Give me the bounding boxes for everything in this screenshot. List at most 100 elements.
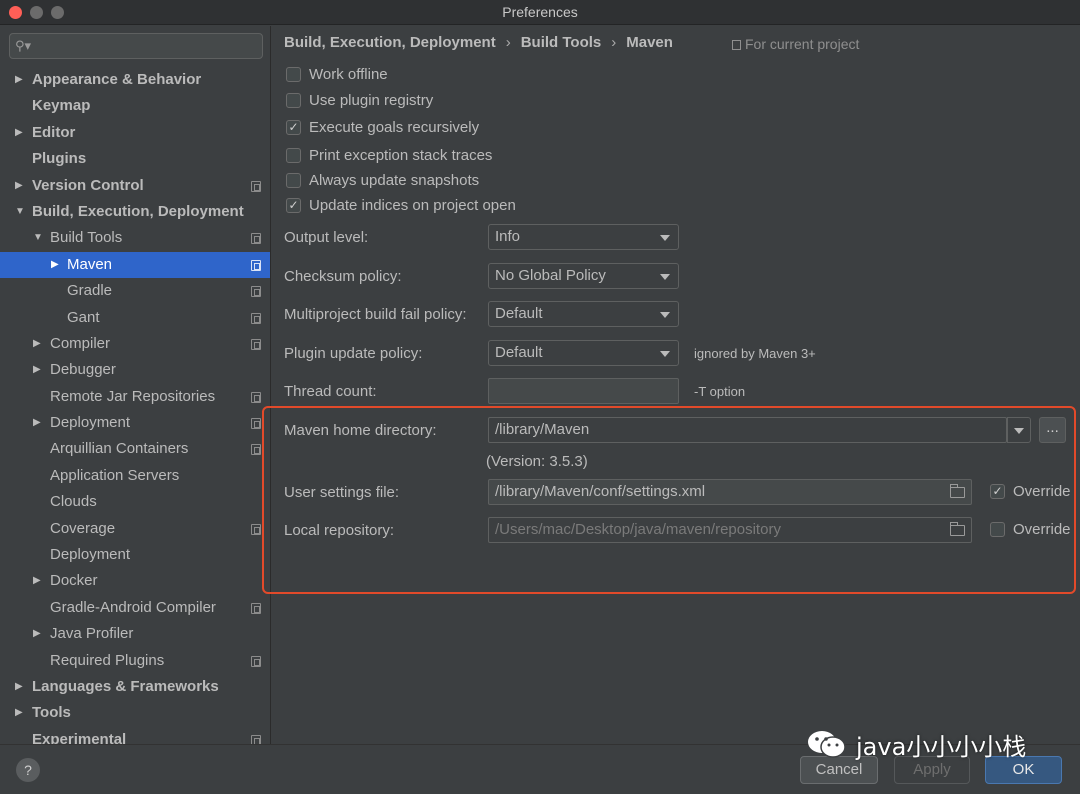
collapse-arrow-icon[interactable]: ▼ [33, 225, 43, 251]
select-value: No Global Policy [495, 267, 606, 284]
expand-arrow-icon[interactable]: ▶ [15, 173, 23, 199]
tree-item-label: Gradle [67, 282, 113, 300]
watermark-text: java小小小小栈 [856, 733, 1027, 761]
chevron-down-icon [660, 235, 670, 241]
tree-item-label: Gant [67, 308, 100, 326]
tree-item-debugger[interactable]: ▶ Debugger [0, 357, 270, 383]
plugin-update-label: Plugin update policy: [284, 345, 423, 362]
tree-item-label: Tools [32, 704, 71, 722]
tree-item-label: Experimental [32, 730, 127, 744]
tree-item-label: Languages & Frameworks [32, 677, 219, 695]
thread-count-label: Thread count: [284, 383, 377, 400]
project-scope-icon [251, 602, 261, 614]
breadcrumb: Build, Execution, Deployment › Build Tools… [284, 34, 673, 51]
breadcrumb-part: Build Tools [520, 34, 602, 51]
plugin-registry-checkbox[interactable] [286, 93, 301, 108]
expand-arrow-icon[interactable]: ▶ [51, 252, 59, 278]
tree-item-version-control[interactable]: ▶ Version Control [0, 173, 270, 199]
tree-item-label: Arquillian Containers [50, 440, 189, 458]
expand-arrow-icon[interactable]: ▶ [15, 67, 23, 93]
tree-item-application-servers[interactable]: Application Servers [0, 463, 270, 489]
tree-item-appearance-behavior[interactable]: ▶ Appearance & Behavior [0, 67, 270, 93]
tree-item-compiler[interactable]: ▶ Compiler [0, 331, 270, 357]
fail-policy-label: Multiproject build fail policy: [284, 306, 467, 323]
tree-item-gradle[interactable]: Gradle [0, 278, 270, 304]
fail-policy-select[interactable]: Default [488, 301, 679, 327]
tree-item-maven[interactable]: ▶ Maven [0, 251, 270, 279]
tree-item-arquillian-containers[interactable]: Arquillian Containers [0, 436, 270, 462]
expand-arrow-icon[interactable]: ▶ [33, 568, 41, 594]
checkbox-label: Execute goals recursively [309, 119, 480, 136]
help-button[interactable]: ? [16, 758, 40, 782]
breadcrumb-separator: › [505, 34, 511, 51]
tree-item-experimental[interactable]: Experimental [0, 727, 270, 744]
checkbox-label: Use plugin registry [309, 92, 434, 109]
thread-count-input[interactable] [488, 378, 679, 404]
tree-item-label: Build, Execution, Deployment [32, 202, 244, 220]
title-bar: Preferences [0, 0, 1080, 25]
tree-item-gant[interactable]: Gant [0, 305, 270, 331]
project-scope-icon [251, 444, 261, 456]
tree-item-label: Build Tools [50, 229, 123, 247]
tree-item-build-tools[interactable]: ▼ Build Tools [0, 225, 270, 251]
output-level-select[interactable]: Info [488, 224, 679, 250]
expand-arrow-icon[interactable]: ▶ [15, 674, 23, 700]
update-indices-checkbox[interactable]: ✓ [286, 198, 301, 213]
tree-item-remote-jar-repositories[interactable]: Remote Jar Repositories [0, 384, 270, 410]
breadcrumb-part: Build, Execution, Deployment [284, 34, 496, 51]
execute-recursively-checkbox[interactable]: ✓ [286, 120, 301, 135]
checksum-policy-label: Checksum policy: [284, 268, 402, 285]
expand-arrow-icon[interactable]: ▶ [15, 120, 23, 146]
checkbox-label: Work offline [309, 66, 388, 83]
project-scope-icon [251, 286, 261, 298]
tree-item-editor[interactable]: ▶ Editor [0, 120, 270, 146]
breadcrumb-separator: › [611, 34, 617, 51]
search-icon: ⚲▾ [15, 38, 32, 53]
tree-item-build-execution-deployment[interactable]: ▼ Build, Execution, Deployment [0, 199, 270, 225]
checkbox-label: Always update snapshots [309, 172, 480, 189]
collapse-arrow-icon[interactable]: ▼ [15, 199, 25, 225]
tree-item-required-plugins[interactable]: Required Plugins [0, 648, 270, 674]
settings-sidebar: ⚲▾ ▶ Appearance & Behavior Keymap ▶ Edit… [0, 26, 271, 744]
checksum-policy-select[interactable]: No Global Policy [488, 263, 679, 289]
tree-item-label: Remote Jar Repositories [50, 387, 216, 405]
tree-item-label: Editor [32, 123, 76, 141]
expand-arrow-icon[interactable]: ▶ [15, 700, 23, 726]
wechat-logo-icon [808, 731, 846, 758]
project-scope-icon [251, 312, 261, 324]
update-snapshots-checkbox[interactable] [286, 173, 301, 188]
tree-item-coverage[interactable]: Coverage [0, 516, 270, 542]
tree-item-label: Required Plugins [50, 651, 165, 669]
tree-item-label: Debugger [50, 361, 116, 379]
project-scope-icon [251, 338, 261, 350]
tree-item-label: Maven [67, 255, 113, 273]
tree-item-label: Clouds [50, 493, 97, 511]
stack-traces-checkbox[interactable] [286, 148, 301, 163]
breadcrumb-part: Maven [626, 34, 673, 51]
expand-arrow-icon[interactable]: ▶ [33, 410, 41, 436]
tree-item-plugins[interactable]: Plugins [0, 146, 270, 172]
tree-item-tools[interactable]: ▶ Tools [0, 700, 270, 726]
tree-item-label: Docker [50, 572, 98, 590]
tree-item-keymap[interactable]: Keymap [0, 93, 270, 119]
tree-item-languages-frameworks[interactable]: ▶ Languages & Frameworks [0, 674, 270, 700]
tree-item-label: Java Profiler [50, 625, 134, 643]
scope-label: For current project [732, 36, 859, 52]
plugin-update-select[interactable]: Default [488, 340, 679, 366]
plugin-update-hint: ignored by Maven 3+ [694, 346, 816, 361]
chevron-down-icon [660, 312, 670, 318]
expand-arrow-icon[interactable]: ▶ [33, 331, 41, 357]
chevron-down-icon [660, 351, 670, 357]
settings-search-input[interactable]: ⚲▾ [9, 33, 263, 59]
tree-item-deployment-2[interactable]: Deployment [0, 542, 270, 568]
tree-item-gradle-android-compiler[interactable]: Gradle-Android Compiler [0, 595, 270, 621]
tree-item-java-profiler[interactable]: ▶ Java Profiler [0, 621, 270, 647]
project-scope-icon [251, 180, 261, 192]
tree-item-label: Application Servers [50, 466, 180, 484]
expand-arrow-icon[interactable]: ▶ [33, 621, 41, 647]
expand-arrow-icon[interactable]: ▶ [33, 357, 41, 383]
work-offline-checkbox[interactable] [286, 67, 301, 82]
tree-item-deployment[interactable]: ▶ Deployment [0, 410, 270, 436]
tree-item-docker[interactable]: ▶ Docker [0, 568, 270, 594]
tree-item-clouds[interactable]: Clouds [0, 489, 270, 515]
